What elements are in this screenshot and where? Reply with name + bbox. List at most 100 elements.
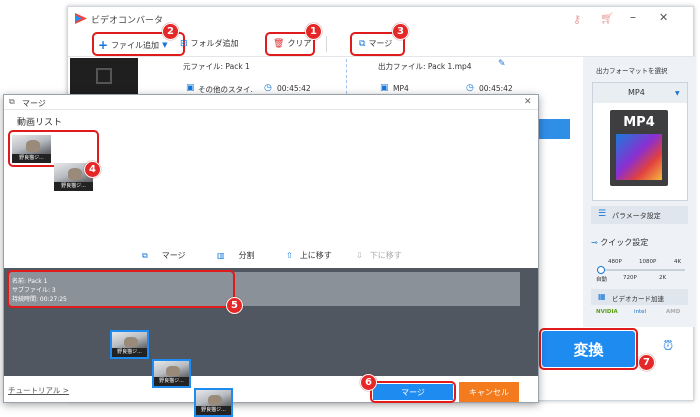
mp4-file-icon: MP4 <box>610 110 668 186</box>
cart-icon[interactable]: 🛒︎ <box>600 12 614 25</box>
mp4-icon-text: MP4 <box>623 115 655 130</box>
pack-thumbnail[interactable]: 野良猫ジ... <box>110 330 149 359</box>
step-badge: 4 <box>84 161 101 178</box>
source-file: 元ファイル: Pack 1 <box>183 62 250 71</box>
dialog-close-icon[interactable]: ✕ <box>524 97 532 107</box>
format-dropdown-icon[interactable]: ▼ <box>675 90 680 97</box>
res-labels-top: 480P 1080P 4K <box>596 259 684 267</box>
gpu-accel-button[interactable]: ▦ ビデオカード加速 <box>591 289 688 305</box>
duration-output: 00:45:42 <box>479 84 513 93</box>
gpu-label: ビデオカード加速 <box>612 295 664 303</box>
clock-icon: ◷ <box>466 83 474 93</box>
format-icon: ▣ <box>380 83 389 93</box>
cat-image <box>67 168 83 180</box>
tutorial-link[interactable]: チュートリアル > <box>8 385 69 396</box>
trash-icon: 🗑︎ <box>273 38 285 49</box>
convert-button[interactable]: 変換 <box>542 331 635 367</box>
output-format: MP4 <box>393 84 409 93</box>
plus-icon: + <box>98 38 109 52</box>
minimize-icon[interactable]: – <box>630 10 636 24</box>
res-labels-bottom: 自動 720P 2K <box>596 275 684 283</box>
clock-icon: ◷ <box>264 83 272 93</box>
edit-icon[interactable]: ✎ <box>498 59 506 69</box>
step-badge: 3 <box>392 23 409 40</box>
quick-settings: ⊸ クイック設定 <box>591 237 648 248</box>
dialog-merge-button[interactable]: マージ <box>373 384 453 400</box>
res-480p: 480P <box>608 259 622 265</box>
slider-thumb[interactable] <box>597 266 605 274</box>
dialog-merge-tool[interactable]: ⧉ マージ <box>142 250 186 261</box>
key-icon[interactable]: ⚷ <box>573 13 581 26</box>
merge-label: マージ <box>368 39 393 48</box>
res-4k: 4K <box>674 259 682 265</box>
app-logo-icon <box>75 13 87 24</box>
intel-logo: intel <box>634 309 647 315</box>
pack-thumbnail[interactable]: 野良猫ジ... <box>194 388 233 417</box>
clear-button[interactable]: 🗑︎ クリア <box>273 38 311 49</box>
slider-knob-icon: ⊸ <box>591 238 598 247</box>
folder-plus-icon: ⊞ <box>180 38 188 49</box>
merge-dialog: ⧉ マージ ✕ 動画リスト 野良猫ジ... 野良猫ジ... ⧉ マージ ▥ 分割 ⇧… <box>3 94 539 417</box>
output-file: 出力ファイル: Pack 1.mp4 <box>378 62 472 71</box>
close-icon[interactable]: ✕ <box>659 11 668 24</box>
step-badge: 7 <box>638 354 655 371</box>
step-badge: 5 <box>226 297 243 314</box>
step-badge: 1 <box>305 23 322 40</box>
add-file-label: ファイル追加 <box>111 40 160 50</box>
mp4-film-graphic <box>616 134 662 180</box>
merge-icon: ⧉ <box>142 250 148 260</box>
merge-icon: ⧉ <box>359 38 366 49</box>
res-auto: 自動 <box>596 277 608 283</box>
format-selector[interactable]: MP4 ▼ MP4 <box>592 82 688 201</box>
gpu-vendors: NVIDIA intel AMD <box>592 309 687 320</box>
cancel-button[interactable]: キャンセル <box>459 382 519 402</box>
res-2k: 2K <box>659 275 667 281</box>
selected-row-edge <box>538 119 570 139</box>
add-file-button[interactable]: + ファイル追加 ▼ <box>98 38 167 52</box>
move-up-tool[interactable]: ⇧ 上に移す <box>286 250 332 261</box>
pack-duration: 持続時間: 00:27:25 <box>12 296 67 303</box>
dialog-titlebar: ⧉ マージ ✕ <box>4 95 538 110</box>
quality-slider[interactable] <box>597 266 685 274</box>
merge-tool-label: マージ <box>161 251 186 260</box>
merge-button[interactable]: ⧉ マージ <box>359 38 392 49</box>
app-title: ビデオコンバータ <box>91 16 164 26</box>
list-thumbnail[interactable]: 野良猫ジ... <box>12 135 51 163</box>
pack-subfiles: サブファイル: 3 <box>12 287 56 294</box>
gpu-icon: ▦ <box>598 292 606 301</box>
video-placeholder-icon <box>96 68 112 84</box>
nvidia-logo: NVIDIA <box>596 309 618 315</box>
pack-name: 名前: Pack 1 <box>12 278 48 285</box>
amd-logo: AMD <box>666 309 681 315</box>
step-badge: 2 <box>162 23 179 40</box>
step-badge: 6 <box>360 374 377 391</box>
pack-info: 名前: Pack 1 サブファイル: 3 持続時間: 00:27:25 <box>12 277 67 304</box>
dialog-merge-icon: ⧉ <box>9 97 15 106</box>
cat-image <box>208 394 222 405</box>
format-name: MP4 <box>628 88 645 97</box>
video-list-label: 動画リスト <box>17 118 63 128</box>
thumb-label: 野良猫ジ... <box>196 406 231 415</box>
arrow-divider <box>346 59 347 99</box>
thumb-label: 野良猫ジ... <box>54 182 93 191</box>
param-label: パラメータ設定 <box>612 212 661 220</box>
style-icon: ▣ <box>186 83 195 93</box>
thumb-label: 野良猫ジ... <box>12 154 51 163</box>
pack-thumbnail[interactable]: 野良猫ジ... <box>152 359 191 388</box>
dropdown-arrow-icon[interactable]: ▼ <box>162 41 167 49</box>
video-thumbnail <box>70 58 138 98</box>
move-down-label: 下に移す <box>369 251 402 260</box>
quick-label: クイック設定 <box>600 238 649 247</box>
move-down-tool[interactable]: ⇩ 下に移す <box>356 250 402 261</box>
move-up-label: 上に移す <box>299 251 332 260</box>
thumb-label: 野良猫ジ... <box>112 348 147 357</box>
add-folder-button[interactable]: ⊞ フォルダ追加 <box>180 38 239 49</box>
param-settings-button[interactable]: ☰ パラメータ設定 <box>591 206 688 224</box>
clear-label: クリア <box>287 39 312 48</box>
down-arrow-icon: ⇩ <box>356 251 363 260</box>
split-tool-label: 分割 <box>238 251 255 260</box>
dialog-title: マージ <box>22 99 46 108</box>
thumb-label: 野良猫ジ... <box>154 377 189 386</box>
alarm-clock-icon[interactable]: ⏰︎ <box>663 339 673 354</box>
split-tool[interactable]: ▥ 分割 <box>217 250 255 261</box>
